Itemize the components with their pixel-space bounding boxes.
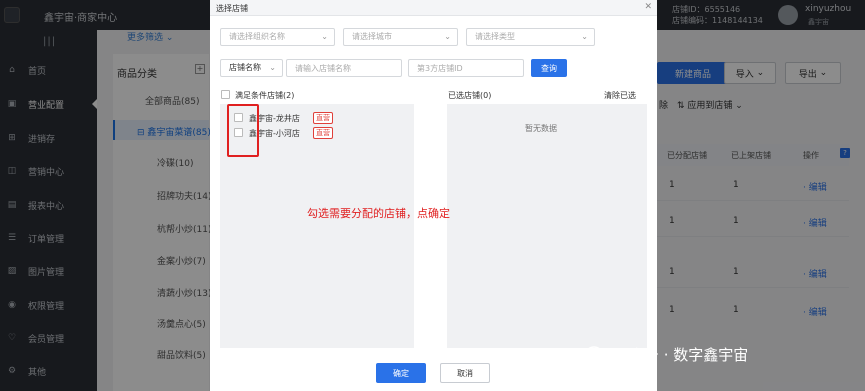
selected-stores-header: 已选店铺(0) [448, 91, 492, 100]
select-all-checkbox[interactable] [221, 90, 230, 99]
highlight-box [227, 104, 259, 157]
chevron-down-icon: ⌄ [581, 32, 588, 41]
watermark: 公众号 · 数字鑫宇宙 [585, 344, 749, 365]
type-select[interactable]: 请选择类型 ⌄ [466, 28, 595, 46]
wechat-icon [585, 345, 608, 364]
close-icon[interactable]: ✕ [644, 2, 652, 12]
chevron-down-icon: ⌄ [269, 63, 276, 72]
chevron-down-icon: ⌄ [321, 32, 328, 41]
available-stores-header: 满足条件店铺(2) [235, 91, 295, 100]
city-select[interactable]: 请选择城市 ⌄ [343, 28, 458, 46]
store-type-badge: 直营 [313, 127, 333, 139]
annotation-text: 勾选需要分配的店铺，点确定 [307, 207, 450, 220]
clear-selected-link[interactable]: 清除已选 [604, 90, 636, 101]
select-store-dialog: 选择店铺 ✕ 请选择组织名称⌄ 请选择城市⌄ 请选择类型⌄ 店铺名称⌄ 查询 满… [210, 0, 657, 391]
store-name-input[interactable] [286, 59, 402, 77]
dialog-title: 选择店铺 [216, 4, 248, 13]
third-party-id-input[interactable] [408, 59, 524, 77]
watermark-text: 公众号 · 数字鑫宇宙 [614, 346, 749, 364]
confirm-button[interactable]: 确定 [376, 363, 426, 383]
dialog-header: 选择店铺 ✕ [210, 0, 657, 16]
search-field-select[interactable]: 店铺名称 ⌄ [220, 59, 283, 77]
cancel-button[interactable]: 取消 [440, 363, 490, 383]
chevron-down-icon: ⌄ [444, 32, 451, 41]
store-type-badge: 直营 [313, 112, 333, 124]
empty-state-text: 暂无数据 [525, 124, 557, 133]
selected-stores-panel [447, 104, 647, 348]
query-button[interactable]: 查询 [531, 59, 567, 77]
org-select[interactable]: 请选择组织名称 ⌄ [220, 28, 335, 46]
